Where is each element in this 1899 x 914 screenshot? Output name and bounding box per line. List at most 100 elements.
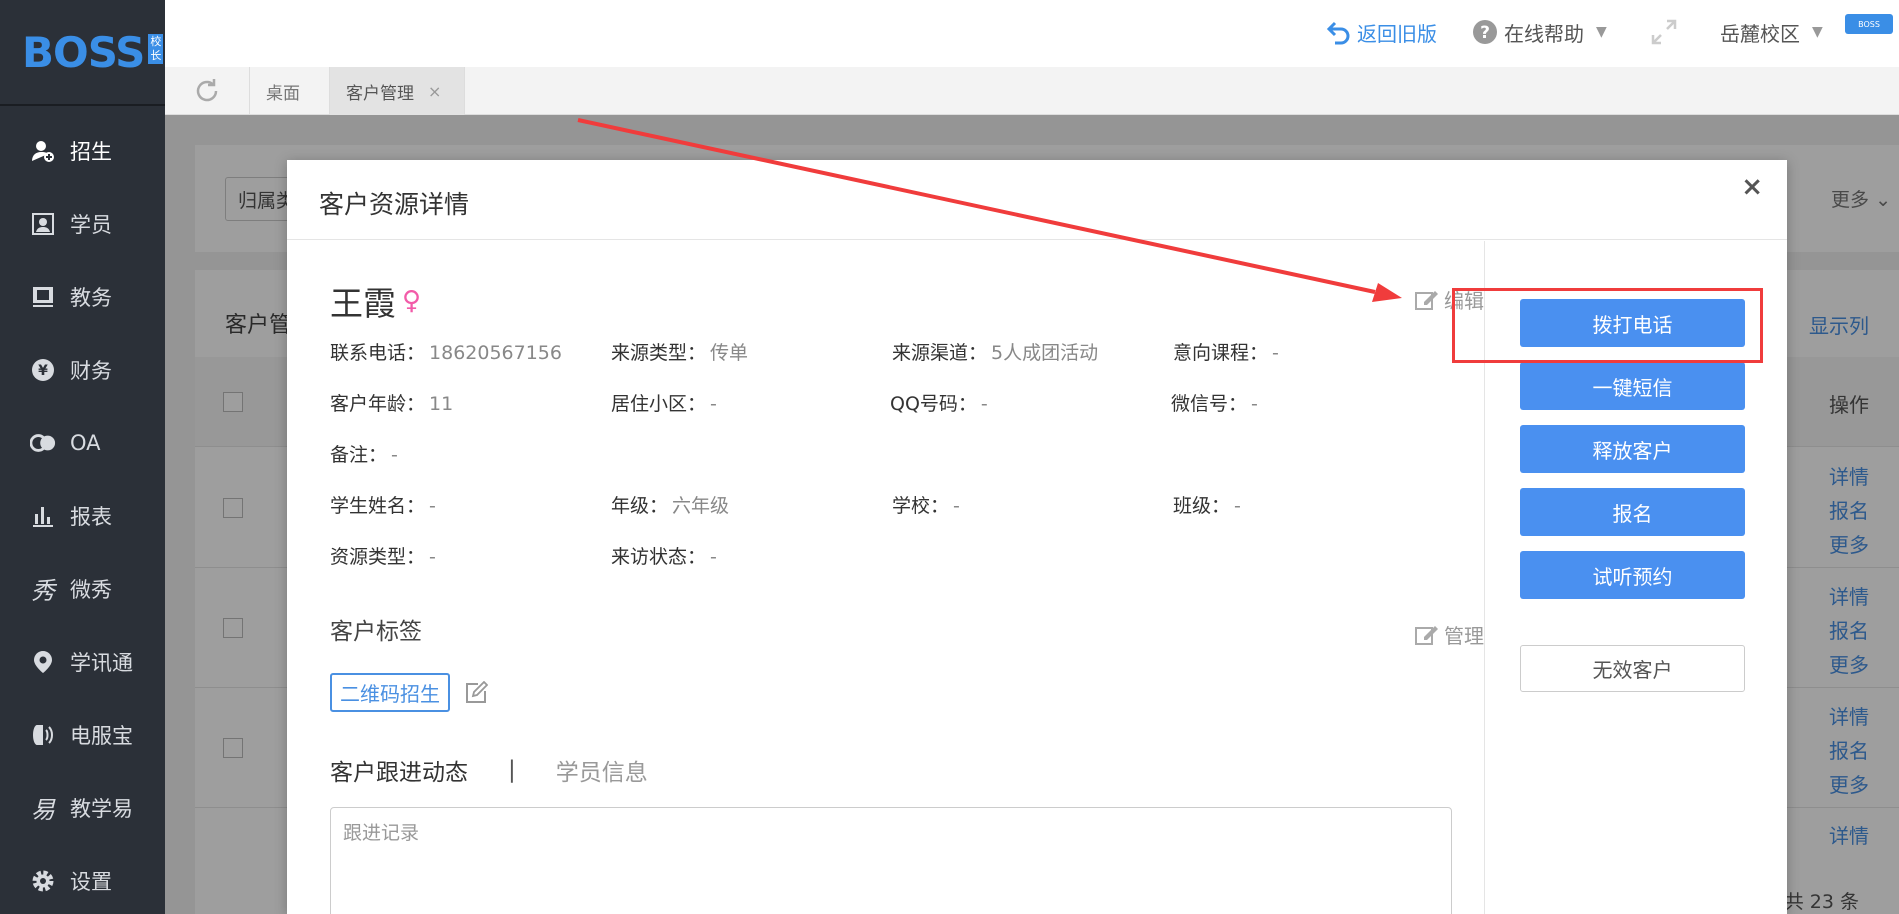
sidebar-item-label: 财务 [70,358,112,383]
course-field: 意向课程： - [1173,338,1279,365]
sidebar-item-xuexuntong[interactable]: 学讯通 [0,625,165,698]
field-label: 资源类型： [330,546,426,568]
field-label: QQ号码： [890,393,977,415]
field-label: 客户年龄： [330,393,426,415]
sidebar-item-label: 教务 [70,285,112,310]
yi-icon: 易 [31,796,55,824]
field-label: 备注： [330,444,388,466]
refresh-icon [193,77,221,105]
online-help-menu[interactable]: ? 在线帮助 ▼ [1472,14,1607,50]
close-icon[interactable]: × [1741,172,1763,202]
logo: BOSS 校 长 [0,0,165,106]
svg-text:?: ? [1480,23,1490,43]
logo-text: BOSS [22,27,145,77]
customer-tag-label: 二维码招生 [340,682,440,706]
field-label: 微信号： [1171,393,1248,415]
modal-title: 客户资源详情 [319,190,470,219]
logo-badge-1: 校 [150,35,162,48]
location-pin-icon [30,649,56,675]
yen-icon: ¥ [30,357,56,383]
sidebar: BOSS 校 长 招生 学员 教务 ¥ 财务 OA 报表 秀 微秀 学讯通 电服… [0,0,165,914]
phone-field: 联系电话： 18620567156 [330,338,562,365]
field-label: 年级： [611,495,669,517]
avatar[interactable]: BOSS [1845,14,1893,34]
sidebar-item-label: 学员 [70,212,112,237]
modal-header: 客户资源详情 [287,160,1787,240]
resource-type-field: 资源类型： - [330,542,436,569]
online-help-label: 在线帮助 [1504,21,1584,46]
sidebar-item-teaching[interactable]: 教务 [0,260,165,333]
class-value: - [1234,495,1241,517]
campus-selector[interactable]: 岳麓校区 ▼ [1720,14,1823,50]
fullscreen-button[interactable] [1650,14,1678,50]
refresh-button[interactable] [165,67,250,115]
sidebar-item-finance[interactable]: ¥ 财务 [0,333,165,406]
sidebar-item-label: OA [70,430,101,455]
sidebar-item-jiaoxueyi[interactable]: 易 教学易 [0,771,165,844]
remark-value: - [391,444,398,466]
customer-name-text: 王霞 [330,284,396,323]
logo-badge: 校 长 [148,34,164,64]
sidebar-item-weixiu[interactable]: 秀 微秀 [0,552,165,625]
follow-up-input[interactable]: 跟进记录 [330,807,1452,914]
sidebar-item-label: 招生 [70,139,112,164]
qq-field: QQ号码： - [890,389,988,416]
field-label: 联系电话： [330,342,426,364]
back-old-version-link[interactable]: 返回旧版 [1325,14,1437,50]
follow-up-placeholder: 跟进记录 [343,822,420,844]
customer-tag[interactable]: 二维码招生 [330,673,450,712]
field-label: 学生姓名： [330,495,426,517]
book-icon [30,284,56,310]
back-old-version-label: 返回旧版 [1357,21,1437,46]
undo-icon [1325,19,1351,45]
tab-follow-up[interactable]: 客户跟进动态 [330,753,468,787]
grade-value: 六年级 [672,495,730,517]
tab-label: 客户管理 [346,83,414,104]
trial-booking-button[interactable]: 试听预约 [1520,551,1745,599]
field-label: 班级： [1173,495,1231,517]
release-customer-button[interactable]: 释放客户 [1520,425,1745,473]
enroll-button[interactable]: 报名 [1520,488,1745,536]
caret-down-icon: ▼ [1596,24,1607,40]
sidebar-item-students[interactable]: 学员 [0,187,165,260]
grade-field: 年级： 六年级 [611,491,729,518]
sidebar-item-dianfubao[interactable]: 电服宝 [0,698,165,771]
source-type-value: 传单 [710,342,749,364]
close-icon[interactable]: × [428,82,441,101]
tab-student-info[interactable]: 学员信息 [556,753,648,787]
age-value: 11 [429,393,454,415]
caret-down-icon: ▼ [1812,24,1823,40]
edit-tag-button[interactable] [464,681,488,709]
sidebar-item-settings[interactable]: 设置 [0,844,165,914]
user-add-icon [30,138,56,164]
qq-value: - [980,393,988,415]
tab-customer-management[interactable]: 客户管理 × [330,67,465,115]
sidebar-item-reports[interactable]: 报表 [0,479,165,552]
sidebar-item-label: 报表 [70,504,112,529]
sidebar-item-label: 教学易 [70,796,133,821]
invalid-customer-button[interactable]: 无效客户 [1520,645,1745,692]
source-type-field: 来源类型： 传单 [611,338,748,365]
tab-desktop[interactable]: 桌面 [250,67,330,115]
edit-icon [1414,288,1440,312]
remark-field: 备注： - [330,440,398,467]
customer-tags-title: 客户标签 [330,619,422,645]
manage-tags-button[interactable]: 管理 [1414,620,1484,649]
sidebar-item-label: 电服宝 [70,723,133,748]
sms-button[interactable]: 一键短信 [1520,362,1745,410]
annotation-highlight-box [1452,288,1763,363]
oa-icon [30,430,56,456]
detail-subtabs: 客户跟进动态 | 学员信息 [330,753,648,787]
student-name-field: 学生姓名： - [330,491,436,518]
manage-label: 管理 [1444,624,1484,648]
sidebar-item-oa[interactable]: OA [0,406,165,479]
sidebar-item-enrollment[interactable]: 招生 [0,114,165,187]
field-label: 来源类型： [611,342,707,364]
field-label: 意向课程： [1173,342,1269,364]
top-header: 返回旧版 ? 在线帮助 ▼ 岳麓校区 ▼ BOSS [165,0,1899,67]
female-icon: ♀ [402,286,422,316]
campus-label: 岳麓校区 [1720,21,1800,46]
wechat-value: - [1251,393,1258,415]
field-label: 学校： [892,495,950,517]
resource-type-value: - [429,546,436,568]
